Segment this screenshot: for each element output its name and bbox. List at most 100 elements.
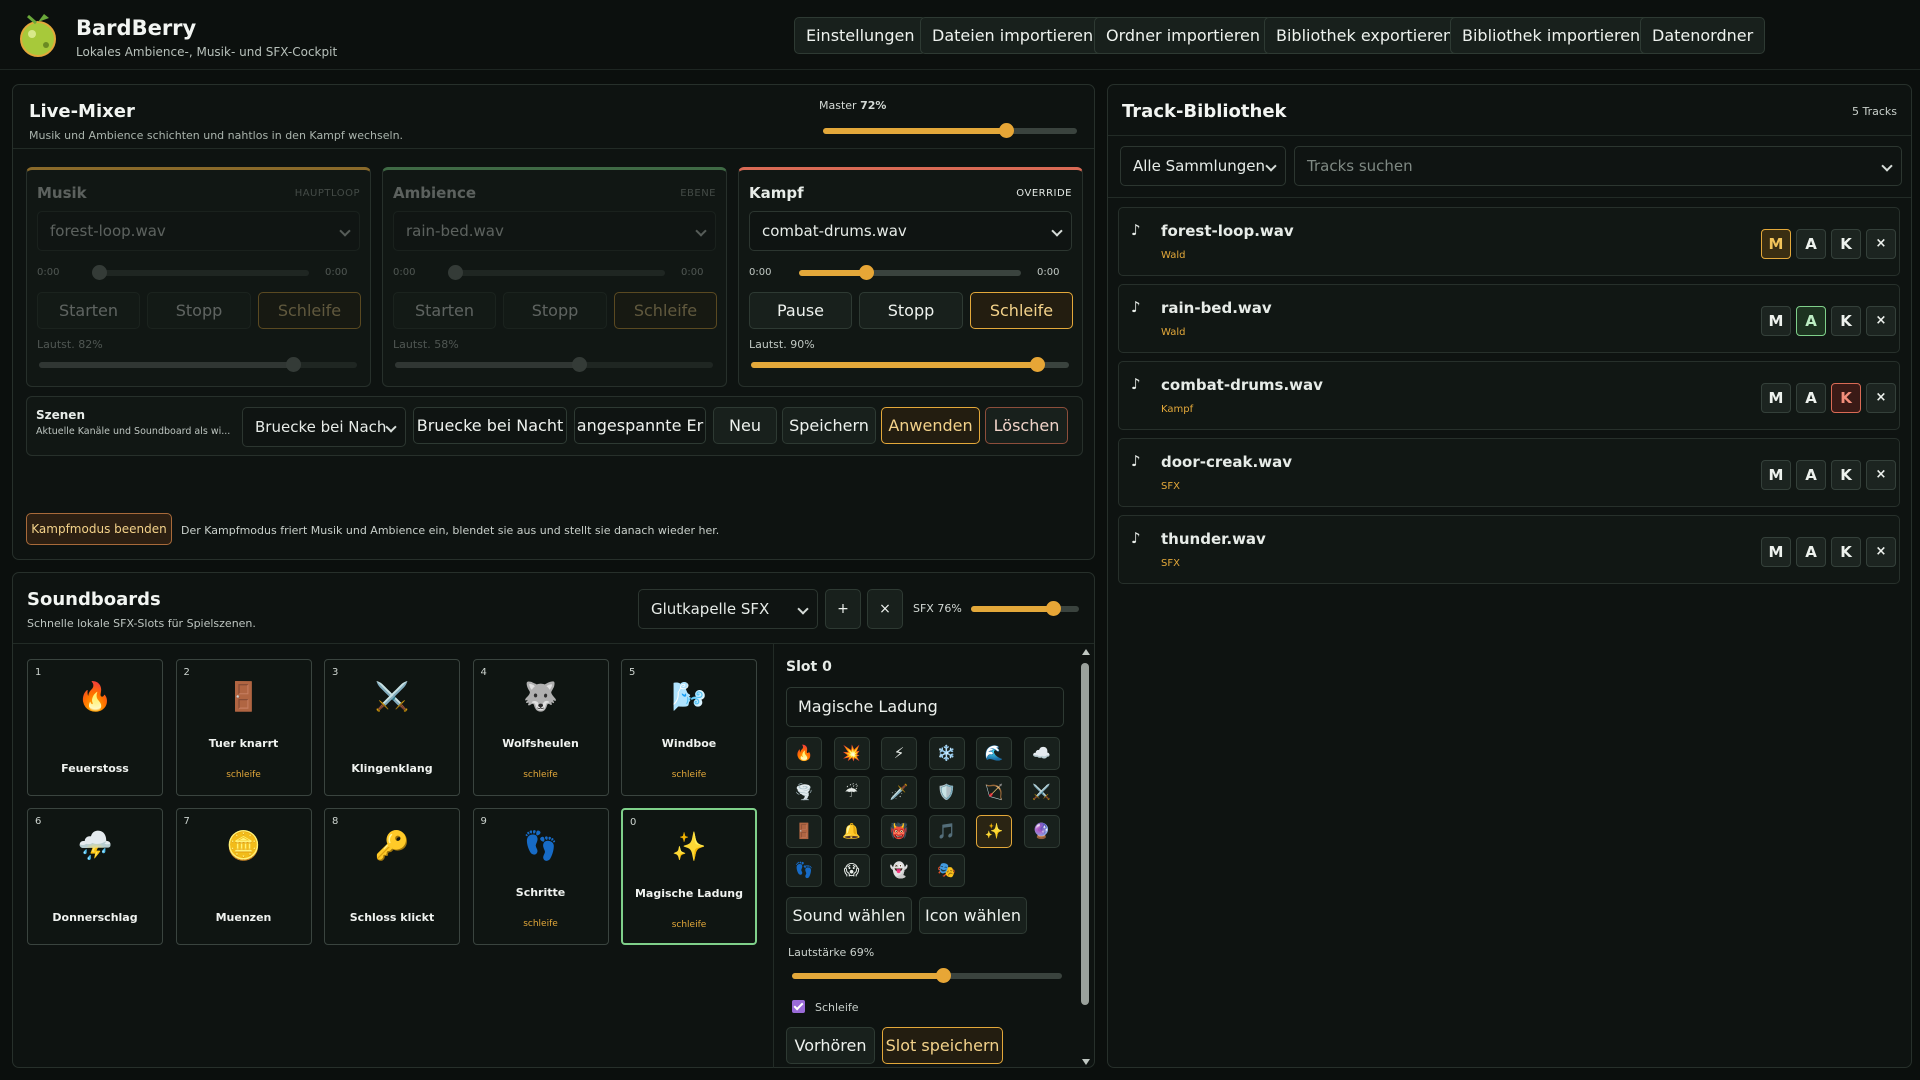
soundboard-slot-5[interactable]: 5 🌬️ Windboe schleife — [621, 659, 757, 796]
channel-music-play-button[interactable]: Starten — [37, 292, 140, 329]
scene-description-input[interactable]: angespannte Er — [574, 407, 706, 444]
channel-combat-volume-slider[interactable] — [751, 357, 1069, 372]
assign-ambience-button[interactable]: A — [1796, 229, 1826, 259]
channel-ambience-volume-slider[interactable] — [395, 357, 713, 372]
assign-ambience-button[interactable]: A — [1796, 460, 1826, 490]
scene-save-button[interactable]: Speichern — [782, 407, 876, 444]
channel-combat-seek-knob[interactable] — [858, 265, 874, 280]
remove-track-button[interactable]: × — [1866, 537, 1896, 567]
icon-option-10[interactable]: 🏹 — [976, 776, 1012, 809]
remove-track-button[interactable]: × — [1866, 229, 1896, 259]
channel-combat-stop-button[interactable]: Stopp — [859, 292, 963, 329]
settings-button[interactable]: Einstellungen — [794, 17, 927, 54]
icon-option-14[interactable]: 👹 — [881, 815, 917, 848]
channel-music-loop-button[interactable]: Schleife — [258, 292, 361, 329]
slot-volume-knob[interactable] — [936, 968, 952, 983]
assign-combat-button[interactable]: K — [1831, 460, 1861, 490]
track-row[interactable]: ♪ combat-drums.wav Kampf M A K × — [1118, 361, 1900, 430]
soundboard-slot-1[interactable]: 1 🔥 Feuerstoss — [27, 659, 163, 796]
slot-editor-scrollbar[interactable] — [1081, 649, 1090, 1065]
slot-save-button[interactable]: Slot speichern — [882, 1027, 1003, 1064]
assign-ambience-button[interactable]: A — [1796, 306, 1826, 336]
track-row[interactable]: ♪ forest-loop.wav Wald M A K × — [1118, 207, 1900, 276]
icon-option-21[interactable]: 🎭 — [928, 854, 965, 887]
export-library-button[interactable]: Bibliothek exportieren — [1264, 17, 1466, 54]
scene-new-button[interactable]: Neu — [713, 407, 777, 444]
import-files-button[interactable]: Dateien importieren — [920, 17, 1106, 54]
import-folder-button[interactable]: Ordner importieren — [1094, 17, 1273, 54]
assign-combat-button[interactable]: K — [1831, 537, 1861, 567]
soundboard-select[interactable]: Glutkapelle SFX — [638, 589, 818, 629]
scrollbar-thumb[interactable] — [1081, 663, 1089, 1005]
assign-music-button[interactable]: M — [1761, 229, 1791, 259]
icon-option-0[interactable]: 🔥 — [786, 737, 822, 770]
slot-preview-button[interactable]: Vorhören — [786, 1027, 875, 1064]
icon-option-15[interactable]: 🎵 — [928, 815, 965, 848]
icon-option-6[interactable]: 🌪️ — [786, 776, 822, 809]
channel-combat-pause-button[interactable]: Pause — [749, 292, 852, 329]
channel-ambience-track-select[interactable]: rain-bed.wav — [393, 211, 716, 251]
icon-option-12[interactable]: 🚪 — [786, 815, 822, 848]
track-search-input[interactable]: Tracks suchen — [1294, 146, 1902, 186]
sfx-volume-slider[interactable] — [971, 601, 1079, 616]
icon-option-18[interactable]: 👣 — [786, 854, 822, 887]
track-row[interactable]: ♪ rain-bed.wav Wald M A K × — [1118, 284, 1900, 353]
end-combat-button[interactable]: Kampfmodus beenden — [26, 513, 172, 545]
icon-option-20[interactable]: 👻 — [881, 854, 917, 887]
assign-combat-button[interactable]: K — [1831, 229, 1861, 259]
channel-combat-loop-button[interactable]: Schleife — [970, 292, 1073, 329]
soundboard-slot-0[interactable]: 0 ✨ Magische Ladung schleife — [621, 808, 757, 945]
data-folder-button[interactable]: Datenordner — [1640, 17, 1766, 54]
assign-combat-button[interactable]: K — [1831, 383, 1861, 413]
soundboard-slot-4[interactable]: 4 🐺 Wolfsheulen schleife — [472, 659, 609, 796]
choose-sound-button[interactable]: Sound wählen — [786, 897, 912, 934]
track-row[interactable]: ♪ thunder.wav SFX M A K × — [1118, 515, 1900, 584]
icon-option-1[interactable]: 💥 — [833, 737, 870, 770]
icon-option-7[interactable]: ☔ — [833, 776, 870, 809]
icon-option-3[interactable]: ❄️ — [928, 737, 965, 770]
assign-music-button[interactable]: M — [1761, 383, 1791, 413]
channel-music-seek-slider[interactable] — [92, 265, 309, 280]
icon-option-5[interactable]: ☁️ — [1023, 737, 1060, 770]
channel-ambience-loop-button[interactable]: Schleife — [614, 292, 717, 329]
master-volume-knob[interactable] — [998, 123, 1014, 138]
icon-option-2[interactable]: ⚡ — [881, 737, 917, 770]
assign-ambience-button[interactable]: A — [1796, 383, 1826, 413]
assign-music-button[interactable]: M — [1761, 460, 1791, 490]
channel-music-stop-button[interactable]: Stopp — [147, 292, 251, 329]
master-volume-slider[interactable] — [823, 123, 1077, 138]
channel-ambience-seek-slider[interactable] — [448, 265, 665, 280]
icon-option-16[interactable]: ✨ — [976, 815, 1012, 848]
icon-option-4[interactable]: 🌊 — [976, 737, 1012, 770]
scene-delete-button[interactable]: Löschen — [985, 407, 1068, 444]
sfx-volume-knob[interactable] — [1046, 601, 1062, 616]
remove-soundboard-button[interactable]: × — [867, 589, 903, 629]
soundboard-slot-9[interactable]: 9 👣 Schritte schleife — [472, 808, 609, 945]
remove-track-button[interactable]: × — [1866, 383, 1896, 413]
track-row[interactable]: ♪ door-creak.wav SFX M A K × — [1118, 438, 1900, 507]
add-soundboard-button[interactable]: + — [825, 589, 861, 629]
icon-option-19[interactable]: 😱 — [833, 854, 870, 887]
channel-music-track-select[interactable]: forest-loop.wav — [37, 211, 360, 251]
soundboard-slot-3[interactable]: 3 ⚔️ Klingenklang — [324, 659, 460, 796]
channel-combat-volume-knob[interactable] — [1030, 357, 1046, 372]
slot-volume-slider[interactable] — [792, 968, 1062, 983]
assign-music-button[interactable]: M — [1761, 306, 1791, 336]
soundboard-slot-2[interactable]: 2 🚪 Tuer knarrt schleife — [175, 659, 312, 796]
scene-name-input[interactable]: Bruecke bei Nacht — [413, 407, 567, 444]
scene-select[interactable]: Bruecke bei Nach — [242, 407, 406, 447]
assign-combat-button[interactable]: K — [1831, 306, 1861, 336]
icon-option-13[interactable]: 🔔 — [833, 815, 870, 848]
remove-track-button[interactable]: × — [1866, 306, 1896, 336]
soundboard-slot-8[interactable]: 8 🔑 Schloss klickt — [324, 808, 460, 945]
scene-apply-button[interactable]: Anwenden — [881, 407, 980, 444]
icon-option-17[interactable]: 🔮 — [1023, 815, 1060, 848]
collection-select[interactable]: Alle Sammlungen — [1120, 146, 1286, 186]
remove-track-button[interactable]: × — [1866, 460, 1896, 490]
import-library-button[interactable]: Bibliothek importieren — [1450, 17, 1653, 54]
channel-music-volume-slider[interactable] — [39, 357, 357, 372]
slot-loop-checkbox[interactable] — [792, 1000, 805, 1013]
channel-combat-track-select[interactable]: combat-drums.wav — [749, 211, 1072, 251]
assign-ambience-button[interactable]: A — [1796, 537, 1826, 567]
icon-option-11[interactable]: ⚔️ — [1023, 776, 1060, 809]
